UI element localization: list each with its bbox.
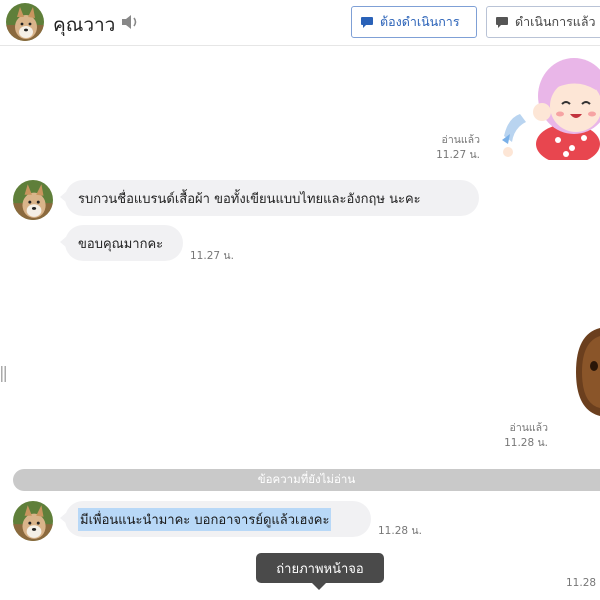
message-time: 11.28 — [566, 577, 597, 589]
read-receipt: อ่านแล้ว 11.27 น. — [420, 133, 480, 163]
highlighted-message-text: มีเพื่อนแนะนำมาคะ บอกอาจารย์ดูแล้วเฮงคะ — [78, 507, 332, 531]
message-time: 11.27 น. — [436, 149, 480, 161]
speaker-icon[interactable] — [121, 14, 139, 30]
message-time: 11.27 น. — [190, 250, 234, 262]
message-time: 11.28 น. — [504, 437, 548, 449]
message-bubble[interactable]: มีเพื่อนแนะนำมาคะ บอกอาจารย์ดูแล้วเฮงคะ — [60, 501, 371, 537]
chat-bubble-icon — [496, 17, 508, 28]
message-bubble[interactable]: รบกวนชื่อแบรนด์เสื้อผ้า ขอทั้งเขียนแบบไท… — [60, 180, 479, 216]
tooltip-text: ถ่ายภาพหน้าจอ — [276, 561, 364, 577]
contact-avatar[interactable] — [6, 3, 44, 41]
message-bubble[interactable]: ขอบคุณมากคะ — [60, 225, 183, 261]
mark-done-button[interactable]: ดำเนินการแล้ว — [486, 6, 600, 38]
resize-handle-icon[interactable] — [0, 366, 7, 382]
contact-avatar[interactable] — [13, 180, 53, 220]
chat-header: คุณวาว ต้องดำเนินการ ดำเนินการแล้ว — [0, 0, 600, 46]
message-time: 11.28 น. — [378, 525, 422, 537]
unread-divider-label: ข้อความที่ยังไม่อ่าน — [257, 472, 356, 486]
screenshot-tooltip: ถ่ายภาพหน้าจอ — [256, 553, 384, 590]
read-receipt: อ่านแล้ว 11.28 น. — [490, 421, 548, 451]
pink-hair-girl-sticker[interactable] — [496, 48, 600, 160]
message-text: รบกวนชื่อแบรนด์เสื้อผ้า ขอทั้งเขียนแบบไท… — [78, 191, 421, 207]
unread-divider: ข้อความที่ยังไม่อ่าน — [13, 469, 600, 491]
contact-name: คุณวาว — [53, 14, 116, 36]
read-label: อ่านแล้ว — [441, 134, 480, 146]
read-label: อ่านแล้ว — [509, 422, 548, 434]
chat-bubble-icon — [361, 17, 373, 28]
message-text: ขอบคุณมากคะ — [78, 236, 164, 252]
mark-todo-button[interactable]: ต้องดำเนินการ — [351, 6, 477, 38]
mark-done-label: ดำเนินการแล้ว — [515, 14, 596, 29]
contact-avatar[interactable] — [13, 501, 53, 541]
mark-todo-label: ต้องดำเนินการ — [380, 14, 460, 29]
brown-bear-sticker[interactable] — [574, 326, 600, 418]
